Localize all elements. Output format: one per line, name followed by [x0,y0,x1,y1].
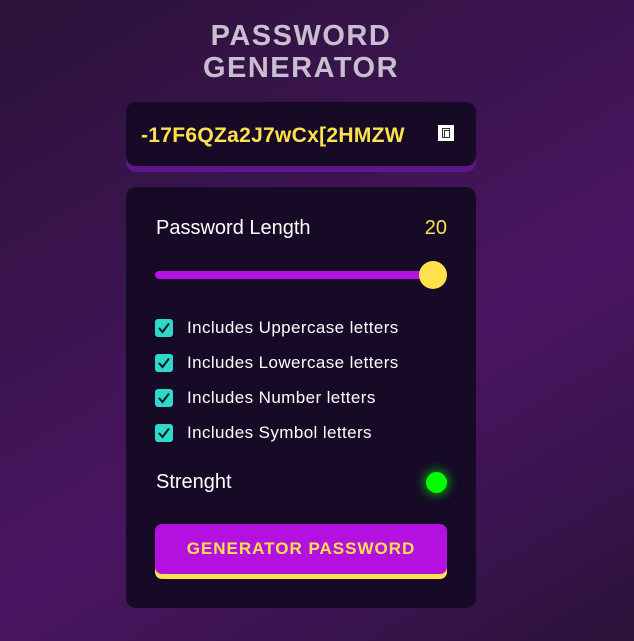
settings-panel: Password Length 20 Includes Uppercase le… [126,187,476,608]
check-icon [158,322,170,334]
length-slider[interactable] [155,261,447,289]
password-display: -17F6QZa2J7wCx[2HMZW [126,102,476,166]
password-text: -17F6QZa2J7wCx[2HMZW [141,124,405,147]
password-length-value: 20 [424,217,447,239]
slider-thumb[interactable] [419,261,447,289]
option-label: Includes Number letters [187,388,376,407]
option-label: Includes Symbol letters [187,423,372,442]
strength-indicator [426,472,447,493]
page-title: PASSWORD GENERATOR [0,20,602,84]
option-symbol[interactable]: Includes Symbol letters [155,423,372,443]
check-icon [158,357,170,369]
copy-icon [442,128,450,138]
strength-label: Strenght [156,471,232,493]
option-uppercase[interactable]: Includes Uppercase letters [155,318,399,338]
lowercase-checkbox[interactable] [155,354,173,372]
number-checkbox[interactable] [155,389,173,407]
option-label: Includes Lowercase letters [187,353,399,372]
check-icon [158,427,170,439]
title-line-2: GENERATOR [202,52,400,84]
symbol-checkbox[interactable] [155,424,173,442]
copy-button[interactable] [438,125,454,141]
uppercase-checkbox[interactable] [155,319,173,337]
option-number[interactable]: Includes Number letters [155,388,376,408]
password-length-label: Password Length [156,217,311,239]
title-line-1: PASSWORD [210,20,392,52]
option-label: Includes Uppercase letters [187,318,399,337]
check-icon [158,392,170,404]
option-lowercase[interactable]: Includes Lowercase letters [155,353,399,373]
slider-track [155,271,433,279]
generate-password-button[interactable]: GENERATOR PASSWORD [155,524,447,574]
